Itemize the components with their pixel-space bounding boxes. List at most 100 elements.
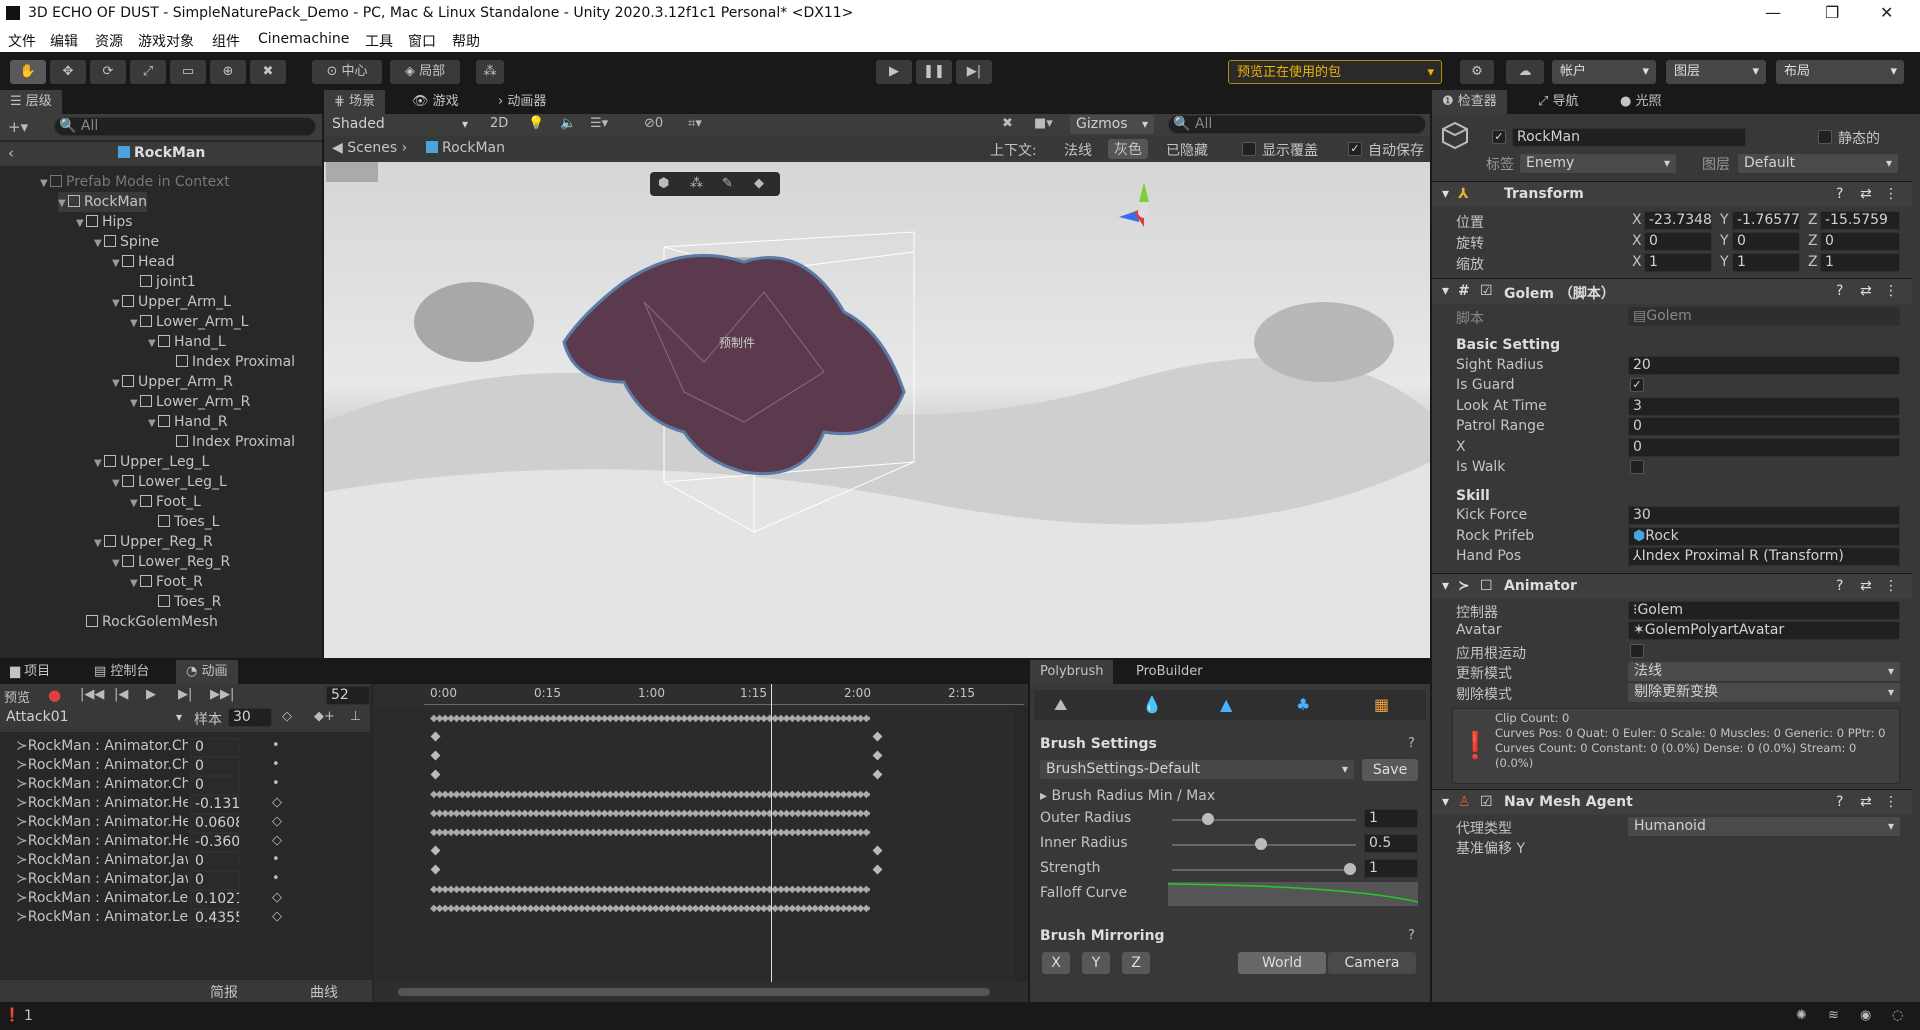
- hierarchy-item[interactable]: ▼ Lower_Arm_R: [130, 392, 250, 412]
- anim-property-row[interactable]: ≻RockMan : Animator.Left A0.43555 ◇: [0, 909, 370, 928]
- property-value-input[interactable]: -0.3607: [190, 833, 240, 852]
- add-event-icon[interactable]: ◆+: [314, 709, 335, 724]
- 2d-toggle[interactable]: 2D: [490, 116, 508, 131]
- update-mode-dropdown[interactable]: 法线: [1628, 662, 1900, 681]
- prev-key-icon[interactable]: |◀: [114, 687, 128, 702]
- property-value-input[interactable]: 0.43555: [190, 909, 240, 928]
- key-toggle-icon[interactable]: ◇: [272, 814, 282, 829]
- breadcrumb-scenes[interactable]: ◀ Scenes ›: [332, 140, 407, 156]
- add-icon[interactable]: +▾: [8, 118, 28, 136]
- hierarchy-item[interactable]: Index Proximal: [166, 432, 295, 452]
- texture-icon[interactable]: ▦: [1374, 695, 1389, 714]
- status-info-icon[interactable]: ❗: [4, 1008, 20, 1023]
- key-toggle-icon[interactable]: •: [272, 738, 280, 753]
- object-name-input[interactable]: RockMan: [1512, 128, 1746, 147]
- x-input[interactable]: 0: [1628, 438, 1900, 457]
- help-icon[interactable]: ?: [1408, 928, 1415, 943]
- patrol-range-input[interactable]: 0: [1628, 417, 1900, 436]
- frame-input[interactable]: 52: [326, 686, 370, 705]
- hierarchy-item[interactable]: ▼ Foot_L: [130, 492, 201, 512]
- world-button[interactable]: World: [1238, 952, 1326, 974]
- property-value-input[interactable]: 0: [190, 757, 240, 776]
- keyframe-row[interactable]: ◆◆◆◆◆◆◆◆◆◆◆◆◆◆◆◆◆◆◆◆◆◆◆◆◆◆◆◆◆◆◆◆◆◆◆◆◆◆◆◆…: [430, 903, 870, 913]
- mirror-z-button[interactable]: Z: [1122, 952, 1150, 974]
- hierarchy-item[interactable]: ▼ Head: [112, 252, 175, 272]
- hierarchy-item[interactable]: ▼ Upper_Arm_R: [112, 372, 233, 392]
- position-z-input[interactable]: -15.5759: [1820, 211, 1900, 230]
- rect-tool-icon[interactable]: ▭: [170, 60, 206, 84]
- outer-radius-input[interactable]: 1: [1364, 809, 1418, 828]
- anim-property-row[interactable]: ≻RockMan : Animator.Head-0.3607 ◇: [0, 833, 370, 852]
- first-key-icon[interactable]: |◀◀: [80, 687, 104, 702]
- animator-header[interactable]: ▾ ≻ ☐ Animator ? ⇄ ⋮: [1432, 573, 1912, 599]
- position-x-input[interactable]: -23.7348: [1644, 211, 1712, 230]
- effects-icon[interactable]: ☰▾: [590, 116, 608, 131]
- look-at-time-input[interactable]: 3: [1628, 397, 1900, 416]
- keyframe-row[interactable]: ◆◆◆◆◆◆◆◆◆◆◆◆◆◆◆◆◆◆◆◆◆◆◆◆◆◆◆◆◆◆◆◆◆◆◆◆◆◆◆◆…: [430, 884, 870, 894]
- menu-gameobject[interactable]: 游戏对象: [138, 31, 194, 51]
- anim-property-row[interactable]: ≻RockMan : Animator.Chest0 •: [0, 776, 370, 795]
- vertex-mode-icon[interactable]: ⁂: [690, 176, 703, 191]
- key-toggle-icon[interactable]: •: [272, 757, 280, 772]
- camera-icon[interactable]: ■▾: [1034, 116, 1053, 131]
- anim-property-row[interactable]: ≻RockMan : Animator.Jaw L0 •: [0, 871, 370, 890]
- tag-dropdown[interactable]: Enemy: [1520, 154, 1676, 173]
- pivot-center-button[interactable]: ⊙ 中心: [312, 60, 382, 84]
- brush-preset-dropdown[interactable]: BrushSettings-Default: [1040, 760, 1354, 779]
- hand-tool-icon[interactable]: ✋: [10, 60, 46, 84]
- foldout-icon[interactable]: ▼: [112, 554, 122, 574]
- tab-game[interactable]: 👁 游戏: [402, 90, 469, 114]
- scene-search-input[interactable]: 🔍 All: [1168, 115, 1426, 134]
- key-toggle-icon[interactable]: •: [272, 852, 280, 867]
- keyframe-row[interactable]: [374, 750, 1014, 762]
- outer-radius-slider[interactable]: [1172, 819, 1356, 821]
- key-toggle-icon[interactable]: ◇: [272, 890, 282, 905]
- hierarchy-item[interactable]: ▼ Upper_Leg_L: [94, 452, 209, 472]
- face-mode-icon[interactable]: ◆: [754, 176, 764, 191]
- anim-property-row[interactable]: ≻RockMan : Animator.Head0.06085 ◇: [0, 814, 370, 833]
- orientation-gizmo-icon[interactable]: [1104, 172, 1184, 252]
- clip-dropdown[interactable]: Attack01: [0, 708, 188, 727]
- active-checkbox[interactable]: ✓: [1492, 130, 1506, 144]
- foldout-icon[interactable]: ▼: [94, 454, 104, 474]
- tab-probuilder[interactable]: ProBuilder: [1126, 660, 1213, 684]
- pause-button[interactable]: ❚❚: [916, 60, 952, 84]
- tab-polybrush[interactable]: Polybrush: [1030, 660, 1114, 684]
- tab-navigation[interactable]: ⤢ 导航: [1528, 90, 1589, 114]
- foldout-icon[interactable]: ▼: [130, 494, 140, 514]
- scale-x-input[interactable]: 1: [1644, 253, 1712, 272]
- keyframe-area[interactable]: ◆◆◆◆◆◆◆◆◆◆◆◆◆◆◆◆◆◆◆◆◆◆◆◆◆◆◆◆◆◆◆◆◆◆◆◆◆◆◆◆…: [374, 706, 1014, 982]
- move-tool-icon[interactable]: ✥: [50, 60, 86, 84]
- foldout-icon[interactable]: ▼: [148, 334, 158, 354]
- is-guard-checkbox[interactable]: ✓: [1630, 378, 1644, 392]
- grid-icon[interactable]: ⌗▾: [688, 116, 702, 131]
- foldout-icon[interactable]: ▼: [112, 254, 122, 274]
- menu-edit[interactable]: 编辑: [50, 31, 78, 51]
- menu-cinemachine[interactable]: Cinemachine: [258, 31, 349, 47]
- save-button[interactable]: Save: [1362, 759, 1418, 781]
- rock-prefab-field[interactable]: ⬢Rock: [1628, 527, 1900, 546]
- position-y-input[interactable]: -1.76577: [1732, 211, 1800, 230]
- keyframe-row[interactable]: [374, 864, 1014, 876]
- foldout-icon[interactable]: ▼: [130, 574, 140, 594]
- camera-button[interactable]: Camera: [1328, 952, 1416, 974]
- strength-slider[interactable]: [1172, 869, 1356, 871]
- sample-input[interactable]: 30: [228, 708, 272, 727]
- hierarchy-item[interactable]: joint1: [130, 272, 196, 292]
- anim-property-row[interactable]: ≻RockMan : Animator.Chest0 •: [0, 757, 370, 776]
- breadcrumb-rockman[interactable]: RockMan: [426, 140, 505, 156]
- property-value-input[interactable]: 0: [190, 776, 240, 795]
- context-normal-button[interactable]: 法线: [1064, 140, 1092, 160]
- hierarchy-item[interactable]: ▼ Hand_L: [148, 332, 226, 352]
- menu-assets[interactable]: 资源: [95, 31, 123, 51]
- hierarchy-item[interactable]: ▼ Lower_Reg_R: [112, 552, 230, 572]
- hierarchy-item[interactable]: ▼ Spine: [94, 232, 159, 252]
- hierarchy-search-input[interactable]: 🔍 All: [54, 117, 316, 136]
- static-checkbox[interactable]: [1818, 130, 1832, 144]
- hierarchy-item[interactable]: RockGolemMesh: [76, 612, 218, 632]
- transform-header[interactable]: ▾ ⅄ Transform ? ⇄ ⋮: [1432, 181, 1912, 207]
- grid-snap-icon[interactable]: ⁂: [476, 60, 504, 84]
- hidden-objects-icon[interactable]: ⊘0: [644, 116, 663, 131]
- key-toggle-icon[interactable]: ◇: [272, 909, 282, 924]
- context-gray-button[interactable]: 灰色: [1108, 139, 1148, 159]
